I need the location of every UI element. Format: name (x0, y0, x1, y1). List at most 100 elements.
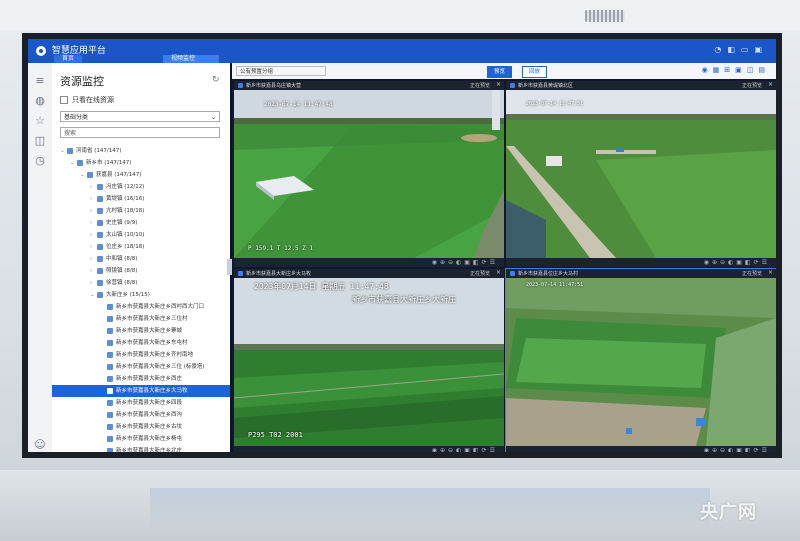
tree-toggle-icon[interactable]: ⌄ (80, 169, 87, 181)
menu-icon[interactable]: ≡ (34, 75, 46, 87)
globe-icon[interactable]: ◍ (34, 95, 46, 107)
category-select[interactable]: 基础分类 ⌄ (60, 111, 220, 122)
tree-node[interactable]: 新乡市获嘉县大新庄乡北大新庄 (52, 457, 230, 458)
tree-node[interactable]: 新乡市获嘉县大新庄乡齐村南地 (52, 349, 230, 361)
camera-view-1[interactable]: 新乡市获嘉县乌庄镇大营 正在预览 × 2023-07-14 11:47:48 P… (234, 81, 504, 267)
tree-toggle-icon[interactable]: ⌄ (60, 145, 67, 157)
camera-icon (107, 363, 113, 370)
tree-node[interactable]: 新乡市获嘉县大新庄乡西沟 (52, 409, 230, 421)
folder-icon (97, 183, 103, 190)
tree-toggle-icon[interactable]: › (90, 217, 97, 229)
tree-toggle-icon[interactable]: › (90, 193, 97, 205)
camera-titlebar: 新乡市获嘉县黄堤镇北区 正在预览 × (506, 81, 776, 90)
tree-node[interactable]: 新乡市获嘉县大新庄乡北庄 (52, 445, 230, 452)
playback-button[interactable]: 回放 (522, 66, 548, 78)
tree-node-label: 新乡市获嘉县大新庄乡寨城 (116, 328, 183, 334)
tree-toggle-icon[interactable]: › (90, 265, 97, 277)
tree-node[interactable]: 新乡市获嘉县大新庄乡杨屯 (52, 433, 230, 445)
tree-node-label: 新乡市获嘉县大新庄乡西沟 (116, 412, 183, 418)
tree-node-label: 新乡市获嘉县大新庄乡东屯村 (116, 340, 188, 346)
tree-node[interactable]: ⌄ 大新庄乡 (15/15) (52, 289, 230, 301)
folder-icon (97, 207, 103, 214)
online-only-checkbox[interactable]: 只看在线资源 (60, 95, 114, 105)
preset-group-value: 公有预置分组 (240, 69, 274, 75)
tree-node-label: 获嘉县 (147/147) (96, 172, 142, 178)
tree-node-label: 史庄镇 (9/9) (106, 220, 138, 226)
camera-icon (107, 387, 113, 394)
tree-node[interactable]: ⌄ 河南省 (147/147) (52, 145, 230, 157)
tree-toggle-icon[interactable]: ⌄ (70, 157, 77, 169)
tree-node[interactable]: › 冯庄镇 (12/12) (52, 181, 230, 193)
star-icon[interactable]: ☆ (34, 115, 46, 127)
tree-node[interactable]: 新乡市获嘉县大新庄乡四段 (52, 397, 230, 409)
camera-view-4[interactable]: 新乡市获嘉县位庄乡大马村 正在预览 × 2023-07-14 11:47:51 … (505, 268, 776, 452)
camera-control-icons[interactable]: ◉⊕⊖◐▣◧⟳☰ (432, 259, 498, 266)
tab-home[interactable]: 首页 (54, 55, 83, 63)
tree-toggle-icon[interactable]: ⌄ (90, 289, 97, 301)
tree-node[interactable]: › 黄堤镇 (16/16) (52, 193, 230, 205)
camera-control-icons[interactable]: ◉⊕⊖◐▣◧⟳☰ (432, 447, 498, 452)
camera-osd-time: 2023-07-14 11:47:51 (526, 101, 584, 107)
resource-tree: ⌄ 河南省 (147/147) ⌄ 新乡市 (147/147) ⌄ 获嘉县 (147/14… (52, 145, 230, 458)
tree-node[interactable]: › 照镜镇 (8/8) (52, 265, 230, 277)
camera-osd-datetime: 2023年07月14日 星期五 11:47:48 (254, 282, 389, 291)
tree-toggle-icon[interactable]: › (90, 181, 97, 193)
tree-node[interactable]: ⌄ 新乡市 (147/147) (52, 157, 230, 169)
user-icon[interactable]: ☺ (34, 439, 46, 451)
ceiling-vent (585, 10, 625, 22)
camera-view-3[interactable]: 新乡市获嘉县大新庄乡大马牧 正在预览 × 2023年07月14日 星期五 11:… (234, 269, 504, 452)
tree-node[interactable]: 新乡市获嘉县大新庄乡寨城 (52, 325, 230, 337)
camera-titlebar: 新乡市获嘉县乌庄镇大营 正在预览 × (234, 81, 504, 90)
camera-icon (107, 411, 113, 418)
tree-node[interactable]: 新乡市获嘉县大新庄乡东屯村 (52, 337, 230, 349)
close-icon[interactable]: × (496, 81, 501, 88)
camera-control-icons[interactable]: ◉⊕⊖◐▣◧⟳☰ (704, 259, 770, 266)
camera-icon (107, 351, 113, 358)
tree-node[interactable]: ⌄ 获嘉县 (147/147) (52, 169, 230, 181)
tree-node[interactable]: › 徐营镇 (8/8) (52, 277, 230, 289)
preset-group-select[interactable]: 公有预置分组 (236, 66, 326, 76)
tree-toggle-icon[interactable]: › (90, 277, 97, 289)
preview-button[interactable]: 预览 (487, 66, 513, 78)
tree-node[interactable]: 新乡市获嘉县大新庄乡三位村 (52, 313, 230, 325)
tree-node-label: 新乡市获嘉县大新庄乡三位村 (116, 316, 188, 322)
tree-node[interactable]: 新乡市获嘉县大新庄乡三位 (标景塔) (52, 361, 230, 373)
close-icon[interactable]: × (768, 269, 773, 276)
tree-node[interactable]: › 史庄镇 (9/9) (52, 217, 230, 229)
folder-icon (97, 231, 103, 238)
toolbar-actions[interactable]: ◉▦⊞▣◫▤ (702, 66, 770, 74)
tree-node[interactable]: 新乡市获嘉县大新庄乡西村西大门口 (52, 301, 230, 313)
tree-node-label: 新乡市获嘉县大新庄乡大马牧 (116, 388, 188, 394)
camera-controls: ◉⊕⊖◐▣◧⟳☰ (234, 446, 504, 452)
tree-toggle-icon[interactable]: › (90, 205, 97, 217)
tree-node[interactable]: › 太山镇 (10/10) (52, 229, 230, 241)
checkbox-label: 只看在线资源 (72, 96, 114, 104)
app-logo-icon (36, 45, 46, 56)
refresh-icon[interactable]: ↻ (212, 75, 220, 85)
search-input[interactable]: 搜索 (60, 127, 220, 138)
camera-control-icons[interactable]: ◉⊕⊖◐▣◧⟳☰ (704, 447, 770, 452)
tree-node[interactable]: 新乡市获嘉县大新庄乡西庄 (52, 373, 230, 385)
tree-node[interactable]: 新乡市获嘉县大新庄乡古坟 (52, 421, 230, 433)
chevron-down-icon: ⌄ (210, 114, 216, 121)
tree-node-label: 新乡市获嘉县大新庄乡西村西大门口 (116, 304, 205, 310)
clock-icon[interactable]: ◷ (34, 155, 46, 167)
header-actions[interactable]: ◔◧▭▣ (714, 45, 768, 54)
tab-video-monitor[interactable]: 视频监控 (163, 55, 219, 63)
camera-icon (107, 327, 113, 334)
close-icon[interactable]: × (768, 81, 773, 88)
checkbox-box[interactable] (60, 96, 68, 104)
tree-node-label: 亢村镇 (18/18) (106, 208, 145, 214)
camera-view-2[interactable]: 新乡市获嘉县黄堤镇北区 正在预览 × 2023-07-14 11:47:51 ◉… (506, 81, 776, 267)
layout-icon[interactable]: ◫ (34, 135, 46, 147)
tree-node[interactable]: › 亢村镇 (18/18) (52, 205, 230, 217)
tree-toggle-icon[interactable]: › (90, 253, 97, 265)
tree-node[interactable]: › 位庄乡 (18/18) (52, 241, 230, 253)
camera-status: 正在预览 (469, 83, 490, 89)
tree-node[interactable]: › 中和镇 (8/8) (52, 253, 230, 265)
close-icon[interactable]: × (496, 269, 501, 276)
tree-toggle-icon[interactable]: › (90, 229, 97, 241)
tree-node[interactable]: 新乡市获嘉县大新庄乡大马牧 (52, 385, 230, 397)
tree-toggle-icon[interactable]: › (90, 241, 97, 253)
floor-reflection (150, 488, 710, 528)
